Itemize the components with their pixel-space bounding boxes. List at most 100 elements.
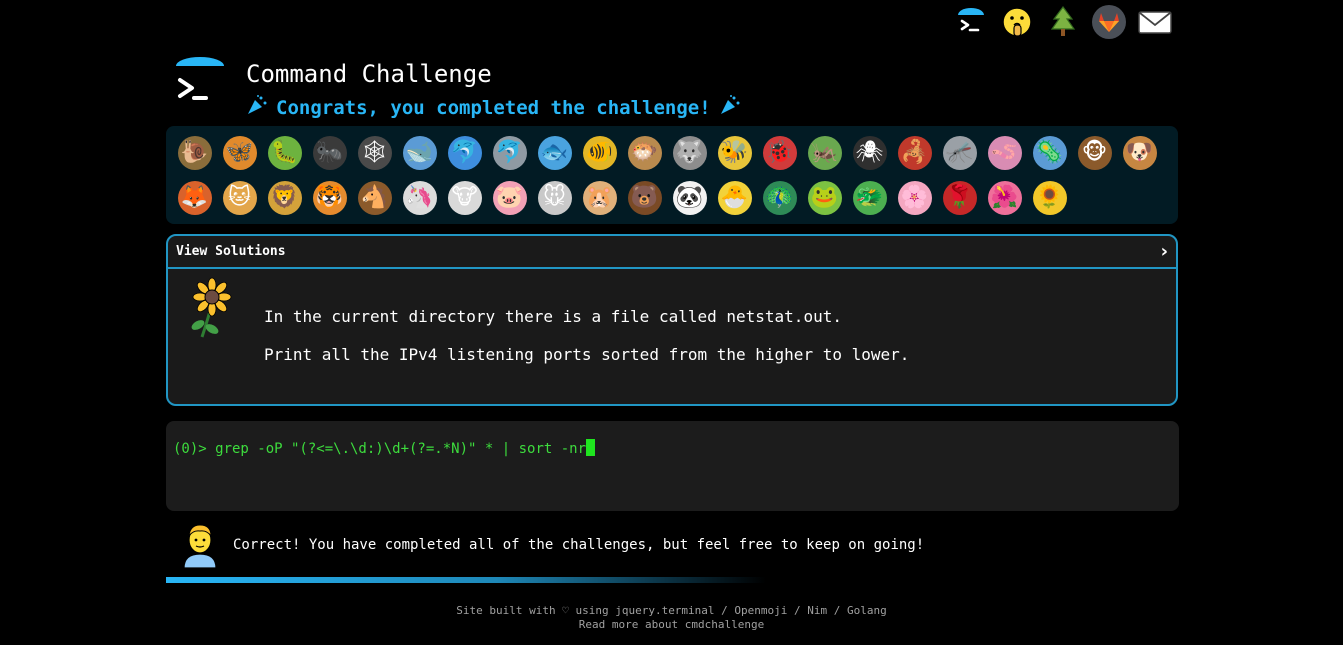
challenge-badge[interactable]: 🐛 — [262, 130, 307, 175]
read-more-link[interactable]: Read more about cmdchallenge — [579, 618, 764, 631]
cat-icon: 🐱 — [222, 180, 257, 215]
tropical-fish-icon: 🐠 — [582, 135, 617, 170]
challenge-badge[interactable]: 🦗 — [802, 130, 847, 175]
snail-icon: 🐌 — [177, 135, 212, 170]
result-row: Correct! You have completed all of the c… — [166, 522, 1178, 574]
ant-icon: 🐜 — [312, 135, 347, 170]
challenge-badge[interactable]: 🐟 — [532, 130, 577, 175]
completion-progress-bar — [166, 577, 766, 583]
top-icon-bar — [953, 4, 1173, 40]
frog-icon: 🐸 — [807, 180, 842, 215]
challenge-badge[interactable]: 🦚 — [757, 175, 802, 220]
challenge-badge[interactable]: 🐠 — [577, 130, 622, 175]
fox-icon: 🦊 — [177, 180, 212, 215]
result-message: Correct! You have completed all of the c… — [233, 537, 925, 553]
challenge-badge[interactable]: 🐬 — [487, 130, 532, 175]
challenge-badge[interactable]: 🐷 — [487, 175, 532, 220]
challenge-badge[interactable]: 🐞 — [757, 130, 802, 175]
panda-icon: 🐼 — [672, 180, 707, 215]
challenge-badge[interactable]: 🐋 — [397, 130, 442, 175]
spider-web-icon: 🕸 — [357, 135, 392, 170]
challenge-badge[interactable]: 🕷 — [847, 130, 892, 175]
challenge-badge[interactable]: 🐌 — [172, 130, 217, 175]
bee-icon: 🐝 — [717, 135, 752, 170]
challenge-badge[interactable]: 🌺 — [982, 175, 1027, 220]
page-title: Command Challenge — [246, 60, 492, 88]
page-subtitle: Congrats, you completed the challenge! — [246, 94, 741, 121]
challenge-badge[interactable]: 🕸 — [352, 130, 397, 175]
challenge-badge[interactable]: 🐱 — [217, 175, 262, 220]
unicorn-icon: 🦄 — [402, 180, 437, 215]
challenge-badge[interactable]: 🪱 — [982, 130, 1027, 175]
spider-icon: 🕷 — [852, 135, 887, 170]
challenge-badge[interactable]: 🐡 — [622, 130, 667, 175]
challenge-badge[interactable]: 🐜 — [307, 130, 352, 175]
challenge-badge[interactable]: 🦁 — [262, 175, 307, 220]
challenge-badge[interactable]: 🐭 — [532, 175, 577, 220]
footer: Site built with ♡ using jquery.terminal … — [0, 604, 1343, 632]
cherry-blossom-icon: 🌸 — [897, 180, 932, 215]
challenge-badge[interactable]: 🦟 — [937, 130, 982, 175]
terminal-input[interactable]: grep -oP "(?<=\.\d:)\d+(?=.*N)" * | sort… — [207, 441, 586, 457]
challenge-badge[interactable]: 🐶 — [1117, 130, 1162, 175]
terminal[interactable]: (0)> grep -oP "(?<=\.\d:)\d+(?=.*N)" * |… — [166, 421, 1179, 511]
challenge-badge[interactable]: 🐣 — [712, 175, 757, 220]
challenge-badge[interactable]: 🦊 — [172, 175, 217, 220]
butterfly-icon: 🦋 — [222, 135, 257, 170]
mail-icon[interactable] — [1137, 4, 1173, 40]
challenge-badge[interactable]: 🌹 — [937, 175, 982, 220]
wolf-icon: 🐺 — [672, 135, 707, 170]
challenge-badge[interactable]: 🐵 — [1072, 130, 1117, 175]
challenge-badge[interactable]: 🐲 — [847, 175, 892, 220]
confetti-icon — [246, 94, 268, 121]
ladybug-icon: 🐞 — [762, 135, 797, 170]
challenge-badge[interactable]: 🐴 — [352, 175, 397, 220]
pig-icon: 🐷 — [492, 180, 527, 215]
cricket-icon: 🦗 — [807, 135, 842, 170]
challenge-badge[interactable]: 🐮 — [442, 175, 487, 220]
mouse-icon: 🐭 — [537, 180, 572, 215]
challenge-badge[interactable]: 🐯 — [307, 175, 352, 220]
whale-icon: 🐋 — [402, 135, 437, 170]
hamster-icon: 🐹 — [582, 180, 617, 215]
sunflower-icon: 🌻 — [1032, 180, 1067, 215]
microbe-icon: 🦠 — [1032, 135, 1067, 170]
scorpion-icon: 🦂 — [897, 135, 932, 170]
view-solutions-toggle[interactable]: View Solutions › — [168, 236, 1176, 269]
dragon-icon: 🐲 — [852, 180, 887, 215]
hibiscus-icon: 🌺 — [987, 180, 1022, 215]
hatching-chick-icon: 🐣 — [717, 180, 752, 215]
footer-credits: Site built with ♡ using jquery.terminal … — [456, 604, 887, 617]
challenge-badge[interactable]: 🐼 — [667, 175, 712, 220]
terminal-logo-icon — [170, 56, 230, 116]
horse-icon: 🐴 — [357, 180, 392, 215]
challenge-badge[interactable]: 🦋 — [217, 130, 262, 175]
challenge-badge[interactable]: 🦂 — [892, 130, 937, 175]
worm-icon: 🪱 — [987, 135, 1022, 170]
subtitle-text: Congrats, you completed the challenge! — [276, 96, 711, 119]
gitlab-icon[interactable] — [1091, 4, 1127, 40]
description-line-1: In the current directory there is a file… — [264, 307, 842, 326]
challenge-badge[interactable]: 🌻 — [1027, 175, 1072, 220]
challenge-badge[interactable]: 🦠 — [1027, 130, 1072, 175]
terminal-icon[interactable] — [953, 4, 989, 40]
shushing-face-icon[interactable] — [999, 4, 1035, 40]
challenge-badge[interactable]: 🐬 — [442, 130, 487, 175]
terminal-cursor — [586, 439, 596, 456]
challenge-badge[interactable]: 🦄 — [397, 175, 442, 220]
challenge-badge[interactable]: 🐹 — [577, 175, 622, 220]
page-header: Command Challenge Congrats, you complete… — [170, 56, 1170, 120]
description-line-2: Print all the IPv4 listening ports sorte… — [264, 345, 910, 364]
tree-icon[interactable] — [1045, 4, 1081, 40]
challenge-badge-grid: 🐌 🦋 🐛 🐜 🕸 🐋 🐬 🐬 🐟 🐠 🐡 🐺 🐝 🐞 🦗 🕷 🦂 🦟 🪱 🦠 🐵 🐶 🦊 🐱 🦁 🐯 🐴 🦄 🐮 🐷 🐭 🐹 🐻 🐼 🐣 🦚 🐸 🐲 🌸 🌹… — [166, 126, 1178, 224]
peacock-icon: 🦚 — [762, 180, 797, 215]
challenge-badge[interactable]: 🐸 — [802, 175, 847, 220]
sunflower-icon — [182, 277, 238, 341]
challenge-badge[interactable]: 🐺 — [667, 130, 712, 175]
challenge-badge[interactable]: 🐝 — [712, 130, 757, 175]
caterpillar-icon: 🐛 — [267, 135, 302, 170]
challenge-badge[interactable]: 🐻 — [622, 175, 667, 220]
challenge-badge[interactable]: 🌸 — [892, 175, 937, 220]
challenge-description: In the current directory there is a file… — [168, 269, 1176, 404]
chevron-right-icon: › — [1160, 241, 1168, 262]
